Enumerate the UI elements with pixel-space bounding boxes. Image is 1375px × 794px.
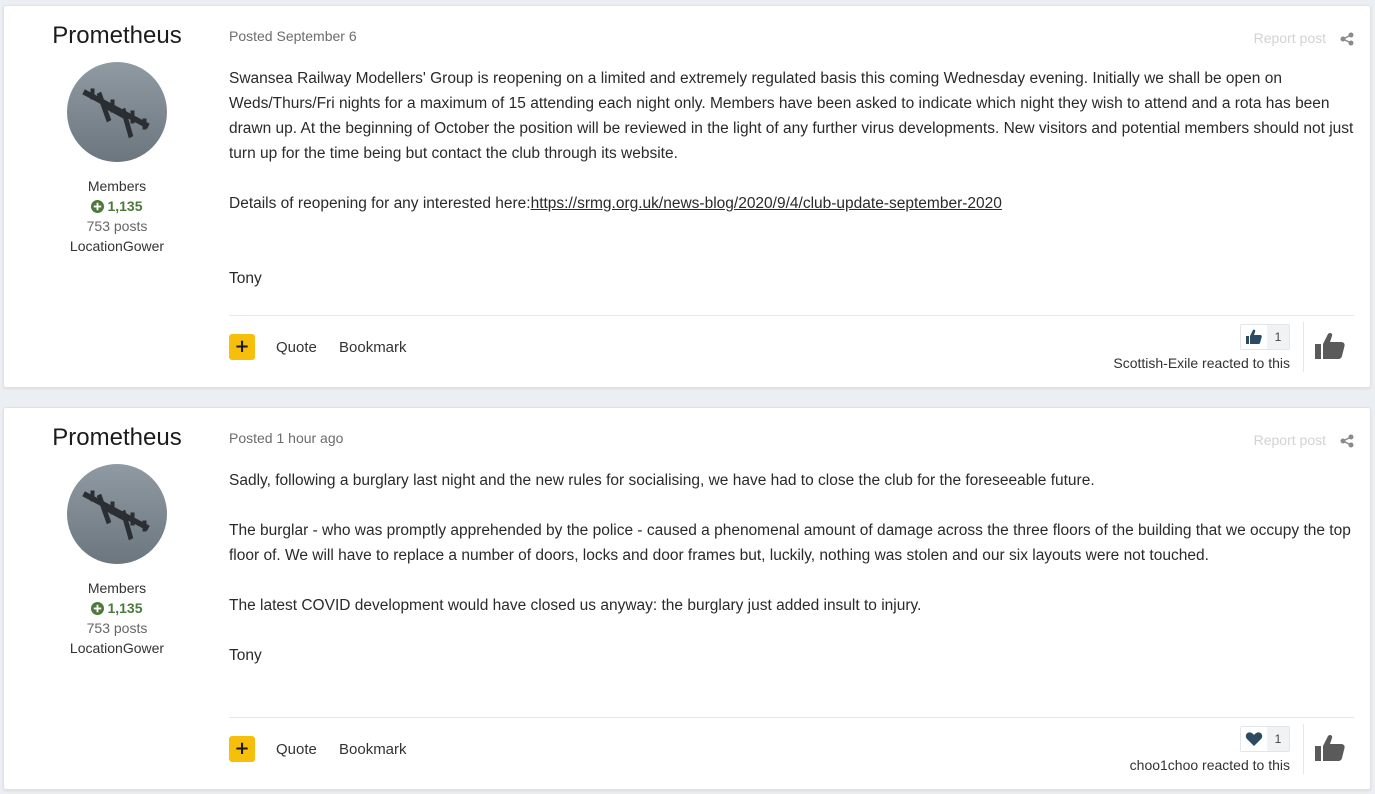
plus-circle-icon xyxy=(91,602,105,615)
member-group: Members xyxy=(87,580,147,596)
post-paragraph: The latest COVID development would have … xyxy=(229,597,922,614)
post-paragraph: Sadly, following a burglary last night a… xyxy=(229,472,1095,489)
details-link[interactable]: https://srmg.org.uk/news-blog/2020/9/4/c… xyxy=(531,195,1002,212)
reputation-count: 1,135 xyxy=(107,600,143,616)
reaction-summary[interactable]: 1 xyxy=(1240,324,1290,350)
post-body: Swansea Railway Modellers' Group is reop… xyxy=(229,66,1354,316)
quote-button[interactable]: Quote xyxy=(276,741,317,758)
post-content: Posted 1 hour ago Report post Sadly, fol… xyxy=(229,408,1354,789)
multiquote-button[interactable]: + xyxy=(229,334,255,360)
react-thumbs-up-icon[interactable] xyxy=(1314,332,1346,360)
avatar[interactable] xyxy=(67,62,167,162)
post-content: Posted September 6 Report post Swansea R… xyxy=(229,6,1354,387)
post-paragraph: Details of reopening for any interested … xyxy=(229,191,1354,216)
author-location: LocationGower xyxy=(69,640,165,656)
bookmark-button[interactable]: Bookmark xyxy=(339,339,407,356)
author-location: LocationGower xyxy=(69,238,165,254)
thumbs-up-icon xyxy=(1241,325,1267,349)
post-body: Sadly, following a burglary last night a… xyxy=(229,468,1354,693)
post-date[interactable]: Posted 1 hour ago xyxy=(229,430,343,446)
reputation-badge: 1,135 xyxy=(4,196,230,216)
reputation-count: 1,135 xyxy=(107,198,143,214)
bookmark-button[interactable]: Bookmark xyxy=(339,741,407,758)
post-date[interactable]: Posted September 6 xyxy=(229,28,357,44)
share-icon[interactable] xyxy=(1340,32,1354,46)
author-panel: Prometheus Members 1,135 753 posts Locat… xyxy=(4,6,230,256)
avatar[interactable] xyxy=(67,464,167,564)
divider xyxy=(1303,724,1304,774)
multiquote-button[interactable]: + xyxy=(229,736,255,762)
share-icon[interactable] xyxy=(1340,434,1354,448)
forum-post: Prometheus Members 1,135 753 posts Locat… xyxy=(3,5,1371,388)
reaction-summary[interactable]: 1 xyxy=(1240,726,1290,752)
divider xyxy=(229,315,1354,316)
reaction-count: 1 xyxy=(1274,330,1282,344)
post-signoff: Tony xyxy=(229,647,262,664)
divider xyxy=(229,717,1354,718)
post-paragraph: The burglar - who was promptly apprehend… xyxy=(229,522,1351,564)
author-panel: Prometheus Members 1,135 753 posts Locat… xyxy=(4,408,230,658)
divider xyxy=(1303,322,1304,372)
plus-circle-icon xyxy=(91,200,105,213)
reaction-count: 1 xyxy=(1274,732,1282,746)
post-signoff: Tony xyxy=(229,270,262,287)
reacted-by-text[interactable]: Scottish-Exile reacted to this xyxy=(1113,355,1290,371)
post-count: 753 posts xyxy=(86,620,148,636)
details-prefix: Details of reopening for any interested … xyxy=(229,195,531,212)
post-paragraph: Swansea Railway Modellers' Group is reop… xyxy=(229,70,1354,162)
quote-button[interactable]: Quote xyxy=(276,339,317,356)
report-post-link[interactable]: Report post xyxy=(1254,30,1326,46)
heart-icon xyxy=(1241,727,1267,751)
post-count: 753 posts xyxy=(86,218,148,234)
forum-post: Prometheus Members 1,135 753 posts Locat… xyxy=(3,407,1371,790)
author-name-link[interactable]: Prometheus xyxy=(4,423,230,453)
report-post-link[interactable]: Report post xyxy=(1254,432,1326,448)
author-name-link[interactable]: Prometheus xyxy=(4,21,230,51)
react-thumbs-up-icon[interactable] xyxy=(1314,734,1346,762)
reacted-by-text[interactable]: choo1choo reacted to this xyxy=(1130,757,1290,773)
reputation-badge: 1,135 xyxy=(4,598,230,618)
member-group: Members xyxy=(87,178,147,194)
